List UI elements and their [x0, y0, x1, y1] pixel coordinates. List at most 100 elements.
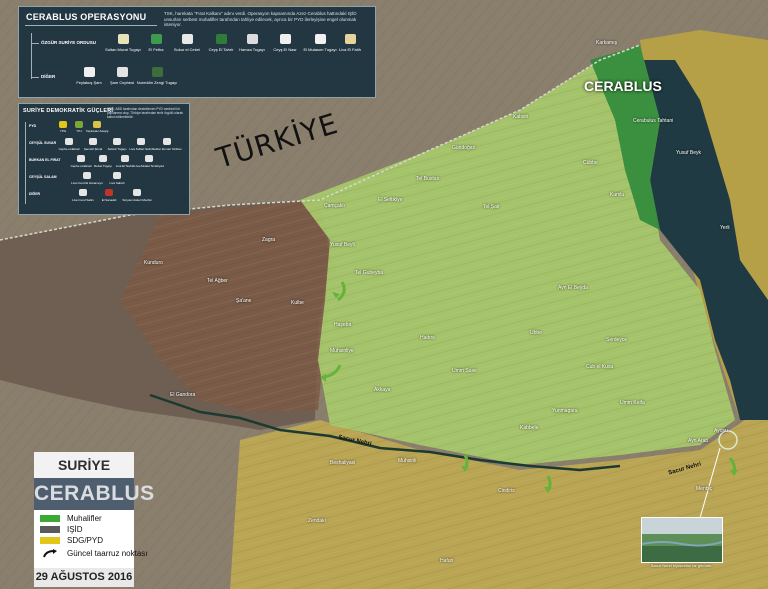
faction-name: Liva Sabah [109, 181, 125, 185]
faction-name: Liva Sultan Selim [129, 147, 153, 151]
legend-label: IŞİD [67, 525, 83, 534]
faction-name: Şam Cephesi [109, 80, 135, 85]
legend-label: Muhalifler [67, 514, 102, 523]
faction-emblem-icon [145, 155, 153, 162]
place-label: Tel Gubeyba [355, 270, 384, 276]
faction-name: Liva Atbalet Tel Ebyad [134, 164, 164, 168]
brand-title: CERABLUS [34, 478, 154, 510]
brand-top: SURİYE GÜNDEMİ [34, 452, 134, 499]
place-label: Hadıre [420, 335, 436, 341]
place-label: Ayn El Beyda [558, 285, 588, 291]
place-label: Karkamış [596, 40, 618, 46]
faction-name: YPJ [76, 129, 82, 133]
place-label: Yunmagara [552, 408, 578, 414]
faction-name: Liva Cund Salim [72, 198, 94, 202]
place-label: Kulbe [291, 300, 304, 306]
place-label: Yusuf Beyli [330, 242, 355, 248]
faction-emblem-icon [105, 189, 113, 196]
river-photo [641, 517, 723, 563]
faction-name: Sultan Murat Tugayı [105, 47, 141, 52]
faction-emblem-icon [83, 172, 91, 179]
faction-emblem-icon [216, 34, 227, 44]
place-label: Tel Şair [483, 204, 500, 210]
faction-emblem-icon [315, 34, 326, 44]
category-label: CEYŞÜL SALAM [29, 175, 57, 179]
flag-icon [75, 121, 83, 128]
faction-name: El Mutasım Tugayı [303, 47, 337, 52]
place-label: Kunduro [144, 260, 163, 266]
faction-name: YPG [59, 129, 67, 133]
faction-name: Liva El Tavhid [115, 164, 135, 168]
flag-icon [93, 121, 101, 128]
place-label: Cub el Kusu [586, 364, 614, 370]
operation-panel-title: CERABLUS OPERASYONU [26, 12, 147, 22]
place-label: Şa'ane [236, 298, 252, 304]
date-label: 29 AĞUSTOS 2016 [34, 568, 134, 587]
title-underline [25, 25, 157, 26]
sdg-panel: SURİYE DEMOKRATİK GÜÇLERİ SDG, ABD taraf… [18, 103, 190, 215]
place-label: Çamçaklı [324, 203, 345, 209]
faction-name: Suklar Zuman Tarihan [152, 147, 182, 151]
faction-name: Şemsül Şimal [83, 147, 103, 151]
faction-emblem-icon [117, 67, 128, 77]
place-label: Muhsinliye [330, 348, 354, 354]
category-label: ÖZGÜR SURİYE ORDUSU [41, 40, 97, 45]
place-label: Kumlu [610, 192, 625, 198]
faction-emblem-icon [133, 189, 141, 196]
place-label: Umm Keifa [620, 400, 645, 406]
faction-name: Ceyş El Tahrir [208, 47, 234, 52]
legend-swatch [40, 537, 60, 544]
faction-name: Liva El Fatih [338, 47, 362, 52]
place-label: Zagra [262, 237, 276, 243]
legend-swatch [40, 526, 60, 533]
legend-label: SDG/PYD [67, 536, 104, 545]
place-label: Kabbele [520, 425, 539, 431]
faction-emblem-icon [163, 138, 171, 145]
place-label: Cübbe [583, 160, 598, 166]
category-label: DİĞER [29, 192, 41, 196]
place-label: Akkaya [374, 387, 391, 393]
sdg-panel-description: SDG, ABD tarafından desteklenen PYD merk… [107, 107, 183, 119]
tree-branch [31, 77, 39, 78]
category-label: BURKAN EL FIRAT [29, 158, 61, 162]
flag-icon [151, 34, 162, 44]
place-label: Cerabulus Tahtani [633, 118, 674, 124]
category-label: DİĞER [41, 74, 56, 79]
place-label: Zendaki [308, 518, 326, 524]
legend-swatch [40, 515, 60, 522]
faction-emblem-icon [247, 34, 258, 44]
faction-name: El Fetha [148, 47, 164, 52]
faction-name: Süryani Askeri Meclisi [122, 198, 152, 202]
operation-panel-description: TSK, harekata "Fırat Kalkanı" adını verd… [164, 11, 357, 27]
faction-name: Feylakuş Şam [76, 80, 102, 85]
place-label: Beshaliyasi [330, 460, 356, 466]
faction-name: Rebet Tugayı [94, 164, 112, 168]
place-label: Ayosu [714, 428, 728, 434]
place-label: Hafun [440, 558, 454, 564]
photo-image [641, 518, 723, 562]
faction-emblem-icon [345, 34, 356, 44]
place-label: Tel Ağber [207, 278, 228, 284]
place-label: Haşeba [334, 322, 352, 328]
arrow-icon [43, 549, 57, 558]
faction-emblem-icon [65, 138, 73, 145]
city-label-cerablus: CERABLUS [584, 78, 662, 94]
faction-emblem-icon [121, 155, 129, 162]
tree-bracket [25, 122, 26, 204]
flag-icon [59, 121, 67, 128]
place-label: Tel Bustan [416, 176, 440, 182]
place-label: Kabsin [513, 114, 529, 120]
faction-emblem-icon [79, 189, 87, 196]
photo-caption: Sacur Nehri kıyısından bir görüntü [650, 563, 712, 568]
faction-name: Cephe el-Ekrad [70, 164, 92, 168]
faction-name: Hamza Tugayı [239, 47, 265, 52]
faction-name: El Sanadid [101, 198, 117, 202]
faction-emblem-icon [280, 34, 291, 44]
faction-emblem-icon [89, 138, 97, 145]
place-label: Cindiris [498, 488, 515, 494]
operation-panel: CERABLUS OPERASYONU TSK, harekata "Fırat… [18, 6, 376, 98]
map-legend: Muhalifler IŞİD SDG/PYD Güncel taarruz n… [34, 510, 147, 568]
faction-emblem-icon [77, 155, 85, 162]
faction-name: Sukur el Cebel [173, 47, 201, 52]
place-label: Yusuf Beyk [676, 150, 702, 156]
